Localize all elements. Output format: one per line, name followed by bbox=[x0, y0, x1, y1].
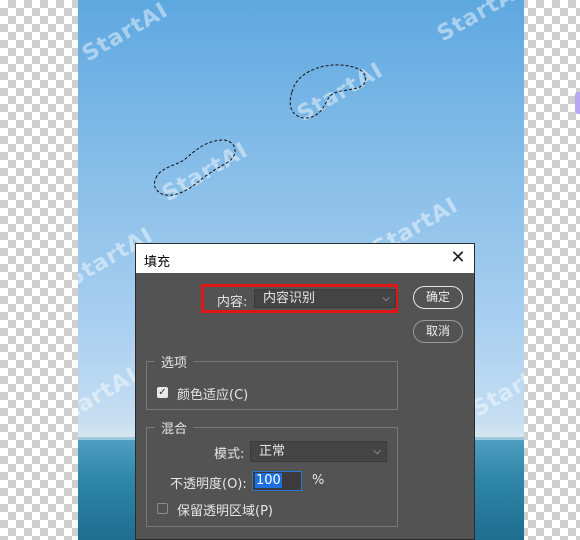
edge-indicator bbox=[575, 92, 580, 114]
cancel-button[interactable]: 取消 bbox=[413, 320, 463, 343]
dialog-titlebar[interactable]: 填充 ✕ bbox=[136, 244, 474, 273]
content-label: 内容: bbox=[217, 295, 248, 310]
preserve-transparency-checkbox[interactable] bbox=[157, 503, 168, 514]
watermark-text: StartAI bbox=[468, 352, 524, 423]
chevron-down-icon: ⌵ bbox=[373, 446, 381, 457]
close-icon[interactable]: ✕ bbox=[448, 248, 468, 268]
opacity-input[interactable]: 100 bbox=[252, 471, 302, 491]
color-adapt-label[interactable]: 颜色适应(C) bbox=[177, 384, 248, 403]
content-highlight: 内容: 内容识别 ⌵ bbox=[201, 284, 398, 313]
opacity-unit: % bbox=[312, 473, 325, 488]
content-dropdown-value: 内容识别 bbox=[263, 291, 316, 306]
dialog-title: 填充 bbox=[144, 255, 171, 270]
selection-outline-lower bbox=[153, 139, 236, 196]
fill-dialog: 填充 ✕ 内容: 内容识别 ⌵ 确定 取消 选项 ✓ 颜色适应(C) 混合 模式… bbox=[135, 243, 475, 540]
blend-group-title: 混合 bbox=[155, 418, 194, 437]
watermark-text: StartAI bbox=[78, 362, 143, 433]
chevron-down-icon: ⌵ bbox=[382, 293, 390, 304]
options-group: 选项 ✓ 颜色适应(C) bbox=[146, 352, 398, 410]
preserve-transparency-label[interactable]: 保留透明区域(P) bbox=[177, 500, 273, 519]
color-adapt-checkbox[interactable]: ✓ bbox=[157, 387, 168, 398]
mode-label: 模式: bbox=[214, 447, 245, 462]
selection-outline-upper bbox=[289, 64, 367, 119]
mode-dropdown[interactable]: 正常 ⌵ bbox=[250, 441, 387, 462]
opacity-label: 不透明度(O): bbox=[170, 477, 247, 492]
mode-dropdown-value: 正常 bbox=[259, 444, 286, 459]
options-group-title: 选项 bbox=[155, 352, 194, 371]
ok-button[interactable]: 确定 bbox=[413, 286, 463, 309]
opacity-value: 100 bbox=[255, 473, 282, 488]
content-dropdown[interactable]: 内容识别 ⌵ bbox=[254, 289, 396, 308]
